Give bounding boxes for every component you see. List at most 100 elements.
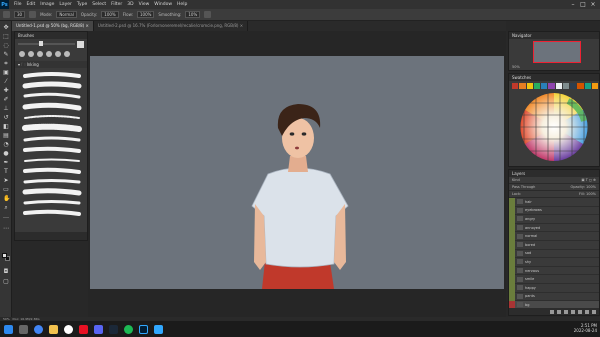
dodge-tool-icon[interactable]: ● — [3, 151, 9, 157]
new-group-icon[interactable] — [578, 309, 582, 314]
color-swatch[interactable] — [562, 83, 569, 89]
brush-preset[interactable] — [55, 51, 61, 57]
layer-row[interactable]: bored — [509, 240, 599, 250]
obs-icon[interactable] — [64, 324, 73, 334]
eye-icon[interactable] — [509, 231, 515, 241]
tab-document-1[interactable]: Untitled-1.psd @ 50% (bg, RGB/8) × — [12, 21, 94, 31]
eraser-tool-icon[interactable]: ◧ — [3, 124, 9, 130]
flow-field[interactable]: 100% — [136, 11, 155, 18]
smoothing-options-icon[interactable] — [204, 11, 212, 18]
new-layer-icon[interactable] — [585, 309, 589, 314]
media-app-icon[interactable] — [79, 324, 88, 334]
layer-row[interactable]: sad — [509, 249, 599, 259]
menu-help[interactable]: Help — [177, 2, 187, 7]
navigator-thumbnail[interactable] — [533, 41, 581, 63]
link-layers-icon[interactable] — [550, 309, 554, 314]
menu-window[interactable]: Window — [154, 2, 172, 7]
layer-row[interactable]: normal — [509, 231, 599, 241]
eye-icon[interactable] — [509, 274, 515, 284]
brush-preset[interactable] — [64, 51, 70, 57]
layer-row[interactable]: hair — [509, 197, 599, 207]
photoshop-taskbar-icon[interactable] — [139, 324, 148, 334]
discord-icon[interactable] — [94, 324, 103, 334]
fill-field[interactable]: 100% — [586, 192, 596, 196]
type-tool-icon[interactable]: T — [3, 169, 9, 175]
layer-filter-icons[interactable]: ▣ T ◻ ⊕ — [581, 177, 596, 183]
edit-toolbar-icon[interactable]: ⋯ — [3, 226, 9, 232]
brush-stroke-list[interactable] — [21, 70, 83, 220]
brush-preset[interactable] — [28, 51, 34, 57]
layer-row[interactable]: eyebrows — [509, 206, 599, 216]
windows-start-icon[interactable] — [4, 324, 13, 334]
opacity-field[interactable]: 100% — [101, 11, 119, 18]
clone-stamp-tool-icon[interactable]: ⊥ — [3, 106, 9, 112]
quick-mask-icon[interactable]: ◘ — [3, 269, 9, 275]
brush-size-slider-knob[interactable] — [38, 41, 43, 46]
eye-icon[interactable] — [509, 206, 515, 215]
eye-icon[interactable] — [509, 214, 515, 224]
layer-row[interactable]: nervous — [509, 266, 599, 276]
color-swatch[interactable] — [555, 83, 562, 89]
blur-tool-icon[interactable]: ◔ — [3, 142, 9, 148]
menu-image[interactable]: Image — [40, 2, 54, 7]
color-swatch[interactable] — [512, 83, 519, 89]
tab-document-2[interactable]: Untitled-2.psd @ 16.7% (Forlornoneremel/… — [94, 21, 249, 31]
gradient-tool-icon[interactable]: ▤ — [3, 133, 9, 139]
menu-select[interactable]: Select — [92, 2, 106, 7]
color-swatch[interactable] — [591, 83, 598, 89]
eye-icon[interactable] — [509, 249, 515, 258]
brush-size-slider[interactable] — [18, 41, 75, 46]
color-swatch[interactable] — [533, 83, 540, 89]
brush-tool-icon[interactable] — [3, 11, 10, 18]
steam-icon[interactable] — [109, 324, 118, 334]
color-swatch[interactable] — [541, 83, 548, 89]
adjustment-layer-icon[interactable] — [571, 309, 575, 314]
add-mask-icon[interactable] — [564, 309, 568, 314]
layer-style-icon[interactable] — [557, 309, 561, 314]
brush-preset[interactable] — [37, 51, 43, 57]
menu-file[interactable]: File — [14, 2, 22, 7]
layer-row[interactable]: smile — [509, 274, 599, 284]
history-brush-tool-icon[interactable]: ↺ — [3, 115, 9, 121]
delete-layer-icon[interactable] — [592, 309, 596, 314]
eye-icon[interactable] — [509, 240, 515, 250]
eyedropper-tool-icon[interactable]: ⁄ — [3, 79, 9, 85]
layer-row[interactable]: pants — [509, 292, 599, 302]
blend-mode-select[interactable]: Pass Through — [512, 184, 535, 190]
new-brush-icon[interactable] — [77, 40, 84, 48]
app-icon[interactable] — [154, 324, 163, 334]
eye-icon[interactable] — [509, 223, 515, 232]
chrome-icon[interactable] — [34, 324, 43, 334]
document-canvas[interactable] — [90, 56, 504, 289]
color-swatch[interactable] — [548, 83, 555, 89]
brush-tool-icon[interactable]: ✐ — [3, 97, 9, 103]
color-swatch[interactable] — [584, 83, 591, 89]
marquee-tool-icon[interactable]: ⬚ — [3, 34, 9, 40]
file-explorer-icon[interactable] — [49, 324, 58, 334]
menu-3d[interactable]: 3D — [127, 2, 133, 7]
zoom-tool-icon[interactable]: ⌕ — [3, 205, 9, 211]
frame-tool-icon[interactable]: ▣ — [3, 70, 9, 76]
brush-preset[interactable] — [46, 51, 52, 57]
eye-icon[interactable] — [509, 197, 515, 207]
healing-tool-icon[interactable]: ✚ — [3, 88, 9, 94]
swatch-strip[interactable] — [512, 83, 598, 89]
brush-size-picker[interactable]: 30 — [14, 11, 26, 18]
color-wheel[interactable] — [512, 91, 596, 163]
layer-opacity-field[interactable]: 100% — [586, 185, 596, 189]
quick-select-tool-icon[interactable]: ✎ — [3, 52, 9, 58]
layer-row[interactable]: happy — [509, 283, 599, 293]
more-tools-icon[interactable]: … — [3, 214, 9, 220]
brush-preset[interactable] — [19, 51, 25, 57]
menu-layer[interactable]: Layer — [59, 2, 72, 7]
layer-kind-filter[interactable]: Kind — [512, 177, 520, 183]
eye-icon[interactable] — [509, 266, 515, 275]
color-swatch[interactable] — [577, 83, 584, 89]
color-swatch[interactable] — [519, 83, 526, 89]
smoothing-field[interactable]: 10% — [185, 11, 201, 18]
search-icon[interactable] — [19, 324, 28, 334]
lasso-tool-icon[interactable]: ◌ — [3, 43, 9, 49]
close-icon[interactable]: × — [588, 0, 598, 9]
menu-edit[interactable]: Edit — [27, 2, 36, 7]
menu-type[interactable]: Type — [77, 2, 87, 7]
